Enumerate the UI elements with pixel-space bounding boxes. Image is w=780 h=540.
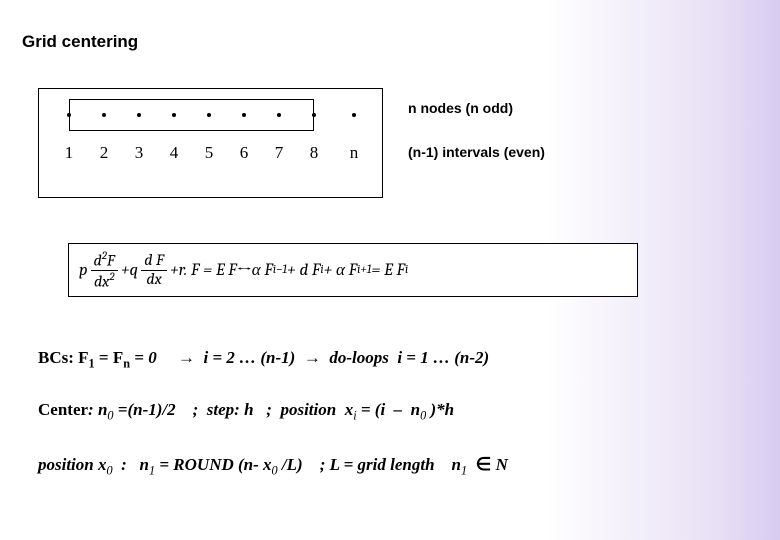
nodes-count-label: n nodes (n odd) (408, 100, 513, 116)
equation: p d2F dx2 + q d F dx + r. F = E F ↔ α Fi… (79, 250, 408, 291)
eq-frac2: d F dx (141, 252, 167, 288)
eq-rhs: + d F (287, 261, 320, 280)
node-dot (207, 113, 211, 117)
grid-diagram: 1 2 3 4 5 6 7 8 n (38, 88, 383, 198)
eq-sub: i+1 (357, 263, 371, 277)
element-of-icon: ∈ (476, 454, 492, 474)
node-label: n (344, 143, 364, 163)
node-dot (172, 113, 176, 117)
node-dot (312, 113, 316, 117)
node-label: 5 (199, 143, 219, 163)
center-line: Center: n0 =(n-1)/2 ; step: h ; position… (38, 400, 454, 423)
node-label: 7 (269, 143, 289, 163)
bcs-line: BCs: F1 = Fn = 0 → i = 2 … (n-1) → do-lo… (38, 348, 489, 371)
node-dot (352, 113, 356, 117)
slide-title: Grid centering (22, 32, 138, 52)
eq-p: p (79, 261, 88, 280)
eq-arrow: ↔ (237, 261, 252, 280)
node-label: 3 (129, 143, 149, 163)
eq-rhs: = E F (371, 261, 405, 280)
eq-frac1: d2F dx2 (91, 250, 118, 291)
eq-plus: + (170, 261, 179, 280)
equation-box: p d2F dx2 + q d F dx + r. F = E F ↔ α Fi… (68, 243, 638, 297)
node-label: 2 (94, 143, 114, 163)
eq-rF: r. F = E F (179, 261, 237, 280)
node-label: 8 (304, 143, 324, 163)
eq-rhs: + α F (324, 260, 358, 280)
eq-sub: i (405, 263, 408, 277)
intervals-count-label: (n-1) intervals (even) (408, 144, 545, 160)
eq-q: q (130, 261, 139, 280)
node-dot (137, 113, 141, 117)
node-dot (102, 113, 106, 117)
eq-sub: i−1 (273, 263, 287, 277)
node-label: 4 (164, 143, 184, 163)
node-dot (67, 113, 71, 117)
node-dot (277, 113, 281, 117)
eq-plus: + (121, 261, 130, 280)
node-dot (242, 113, 246, 117)
node-label: 6 (234, 143, 254, 163)
node-label: 1 (59, 143, 79, 163)
position-line: position x0 : n1 = ROUND (n- x0 /L) ; L … (38, 454, 508, 478)
eq-rhs: α F (252, 260, 273, 280)
